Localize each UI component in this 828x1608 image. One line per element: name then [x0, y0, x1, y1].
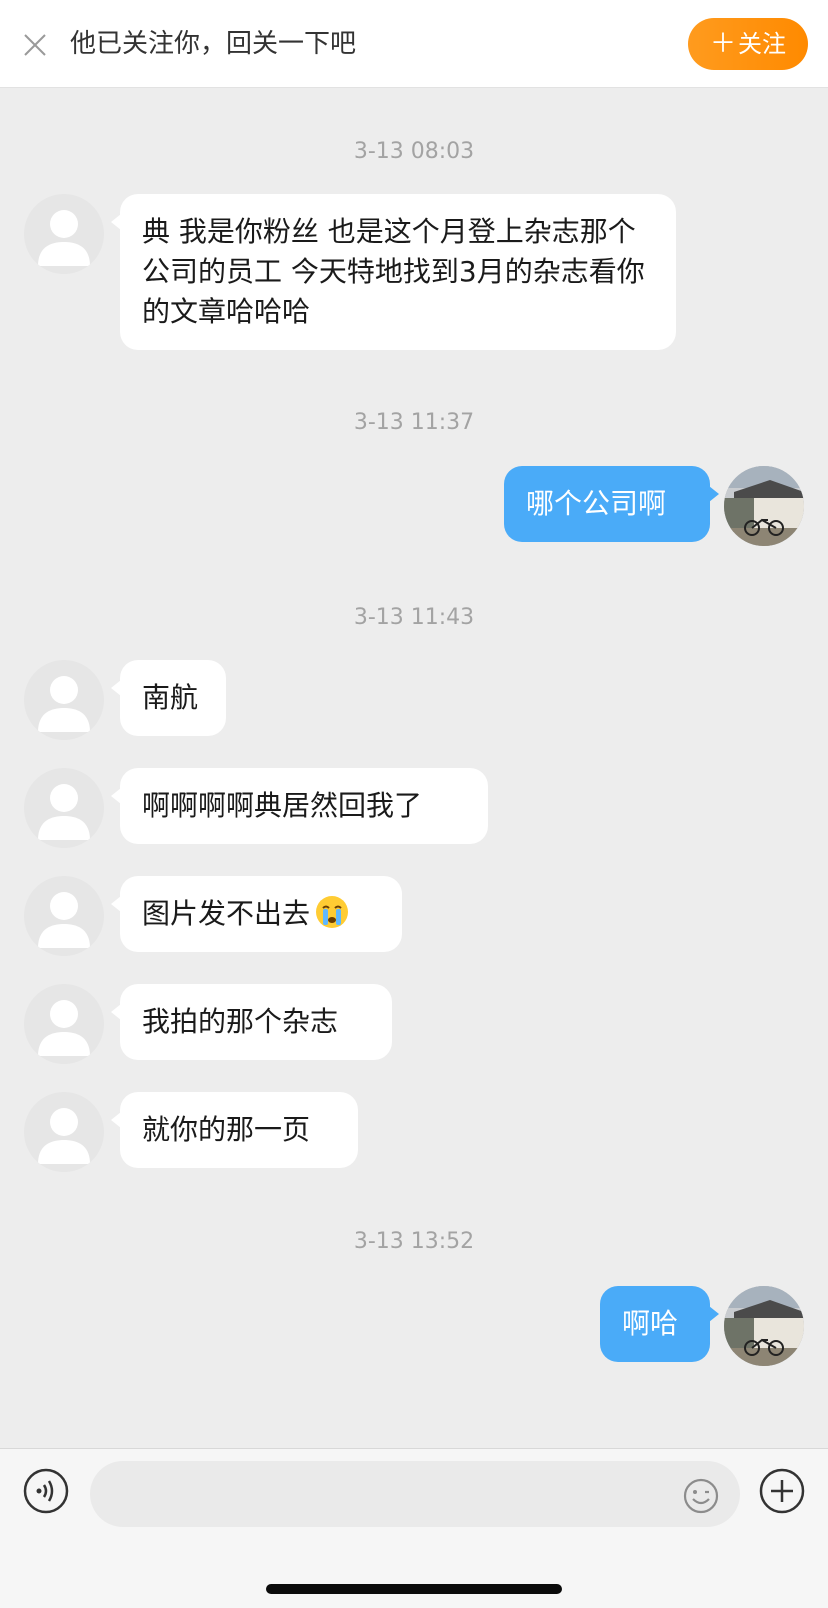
message-bubble-incoming[interactable]: 典 我是你粉丝 也是这个月登上杂志那个公司的员工 今天特地找到3月的杂志看你的文… — [111, 194, 676, 350]
message-input[interactable] — [90, 1461, 740, 1527]
message-bubble-incoming[interactable]: 南航 — [111, 660, 226, 736]
avatar[interactable] — [24, 1092, 104, 1172]
avatar-photo-icon — [724, 466, 804, 546]
follow-back-button[interactable]: ＋关注 — [688, 18, 808, 70]
timestamp: 3-13 11:43 — [353, 605, 475, 630]
crying-face-icon — [316, 896, 349, 928]
timestamp: 3-13 13:52 — [353, 1229, 475, 1254]
home-indicator[interactable] — [266, 1584, 562, 1594]
default-avatar-icon — [38, 676, 90, 732]
default-avatar-icon — [38, 1108, 90, 1164]
default-avatar-icon — [38, 784, 90, 840]
message-text: 啊啊啊啊典居然回我了 — [142, 789, 423, 822]
follow-prompt-bar: 他已关注你，回关一下吧 ＋关注 — [0, 0, 828, 88]
follow-button-label: 关注 — [738, 30, 786, 58]
message-bubble-outgoing[interactable]: 啊哈 — [600, 1286, 719, 1362]
message-bubble-outgoing[interactable]: 哪个公司啊 — [504, 466, 719, 542]
message-text: 就你的那一页 — [142, 1113, 311, 1146]
message-bubble-incoming[interactable]: 图片发不出去 — [111, 876, 402, 952]
emoji-icon[interactable] — [682, 1477, 720, 1515]
message-text: 啊哈 — [622, 1307, 679, 1340]
close-icon[interactable] — [20, 30, 50, 60]
default-avatar-icon — [38, 1000, 90, 1056]
timestamp: 3-13 11:37 — [353, 410, 475, 435]
follow-prompt-text: 他已关注你，回关一下吧 — [70, 29, 357, 59]
message-text: 图片发不出去 — [142, 897, 311, 930]
avatar[interactable] — [24, 984, 104, 1064]
message-bubble-incoming[interactable]: 就你的那一页 — [111, 1092, 358, 1168]
avatar[interactable] — [24, 194, 104, 274]
message-text: 我拍的那个杂志 — [142, 1005, 339, 1038]
my-avatar[interactable] — [724, 466, 804, 546]
avatar[interactable] — [24, 660, 104, 740]
default-avatar-icon — [38, 892, 90, 948]
default-avatar-icon — [38, 210, 90, 266]
timestamp: 3-13 08:03 — [353, 139, 475, 164]
message-text: 哪个公司啊 — [526, 487, 667, 520]
message-bubble-incoming[interactable]: 我拍的那个杂志 — [111, 984, 392, 1060]
my-avatar[interactable] — [724, 1286, 804, 1366]
avatar-photo-icon — [724, 1286, 804, 1366]
message-text: 南航 — [142, 681, 199, 714]
voice-icon[interactable] — [22, 1467, 70, 1515]
plus-icon: ＋ — [709, 29, 736, 59]
avatar[interactable] — [24, 768, 104, 848]
avatar[interactable] — [24, 876, 104, 956]
message-text: 典 我是你粉丝 也是这个月登上杂志那个公司的员工 今天特地找到3月的杂志看你的文… — [142, 215, 645, 328]
add-icon[interactable] — [758, 1467, 806, 1515]
message-bubble-incoming[interactable]: 啊啊啊啊典居然回我了 — [111, 768, 488, 844]
